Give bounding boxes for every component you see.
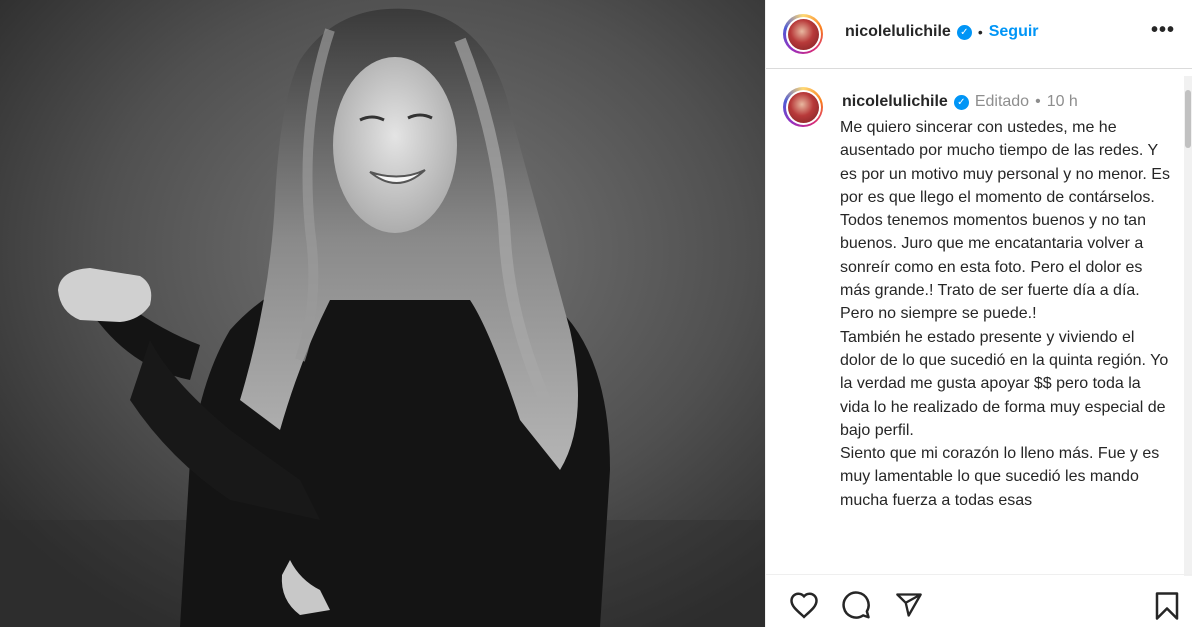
post-header: nicolelulichile ✓ • Seguir ••• <box>766 0 1192 69</box>
separator-dot: • <box>977 24 983 40</box>
timestamp[interactable]: 10 h <box>1047 93 1078 111</box>
caption-text: Me quiero sincerar con ustedes, me he au… <box>840 119 1170 509</box>
caption-username-link[interactable]: nicolelulichile <box>842 93 948 111</box>
follow-button[interactable]: Seguir <box>989 23 1039 41</box>
edited-label: Editado <box>974 93 1030 110</box>
comment-icon[interactable] <box>841 591 871 621</box>
scrollbar-thumb[interactable] <box>1185 90 1191 148</box>
post-sidebar: nicolelulichile ✓ • Seguir ••• nicolelul… <box>765 0 1192 627</box>
separator-dot: • <box>1035 93 1041 110</box>
verified-badge-icon: ✓ <box>953 94 969 110</box>
share-icon[interactable] <box>894 591 924 619</box>
avatar[interactable] <box>783 14 823 54</box>
caption-comment: nicolelulichile ✓ Editado • 10 h Me quie… <box>766 70 1192 570</box>
post-photo[interactable] <box>0 0 765 627</box>
verified-badge-icon: ✓ <box>956 24 972 40</box>
more-options-icon[interactable]: ••• <box>1151 20 1175 40</box>
portrait-image <box>0 0 765 627</box>
scrollbar[interactable] <box>1184 76 1192 576</box>
header-user: nicolelulichile ✓ • Seguir <box>845 23 1039 41</box>
action-bar <box>766 574 1192 627</box>
caption-meta: nicolelulichile ✓ Editado • 10 h <box>842 93 1078 111</box>
bookmark-icon[interactable] <box>1154 591 1180 621</box>
username-link[interactable]: nicolelulichile <box>845 23 951 41</box>
heart-icon[interactable] <box>789 591 819 619</box>
caption-avatar[interactable] <box>783 87 823 127</box>
